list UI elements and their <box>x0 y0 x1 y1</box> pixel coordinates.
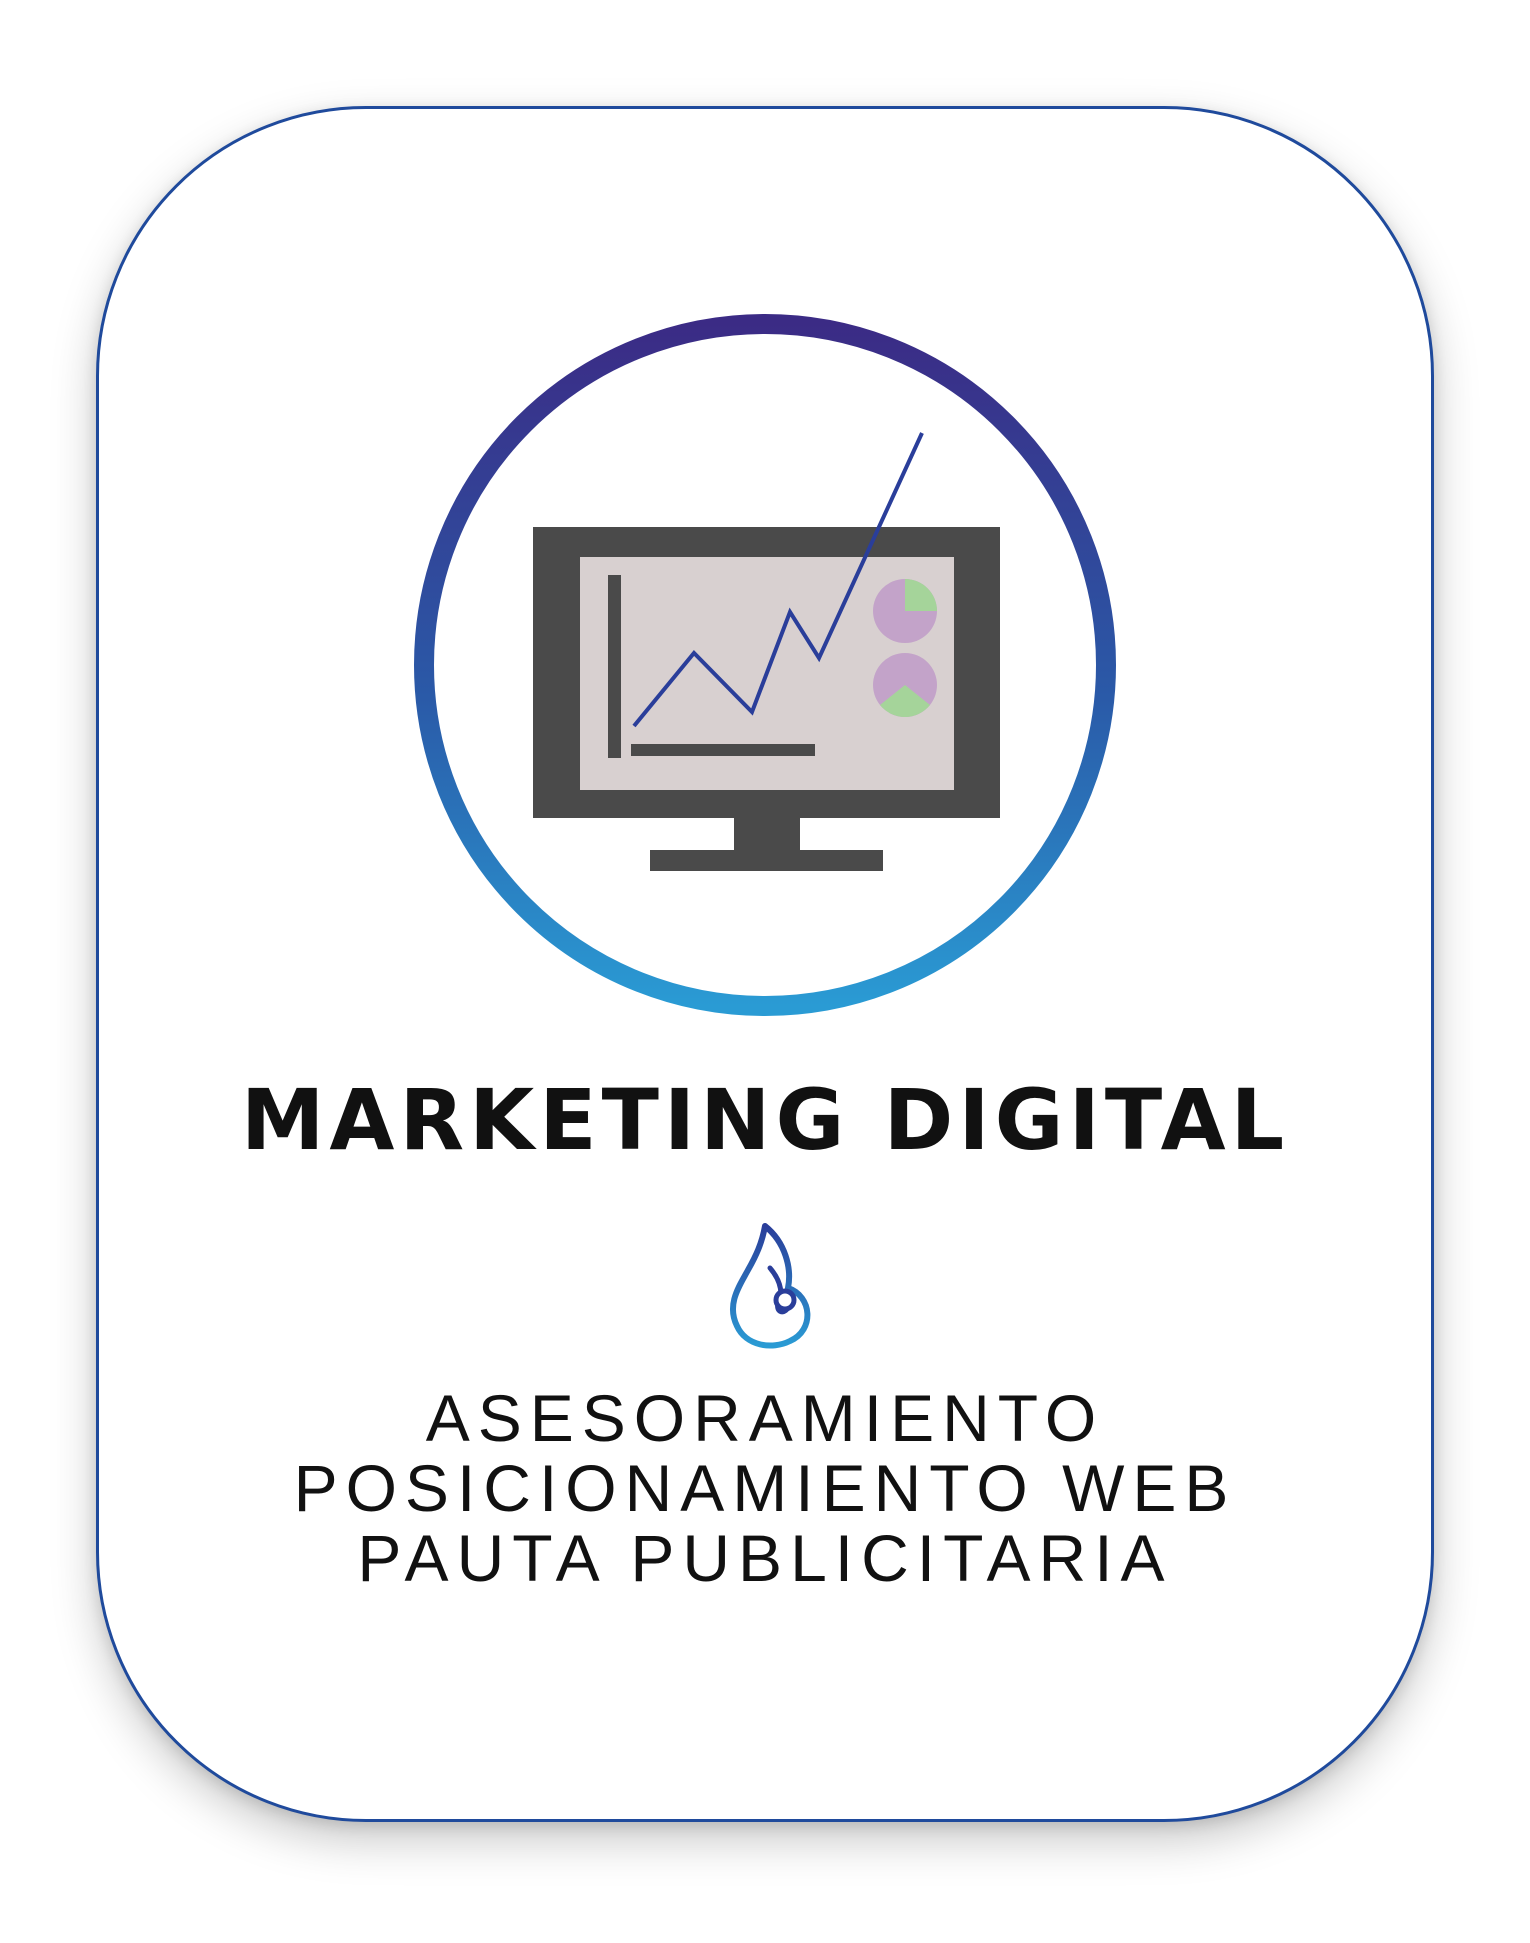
service-item: PAUTA PUBLICITARIA <box>357 1521 1173 1595</box>
card-graphics <box>271 314 1260 1349</box>
service-item: POSICIONAMIENTO WEB <box>293 1451 1237 1525</box>
service-item: ASESORAMIENTO <box>425 1381 1105 1455</box>
card-title: MARKETING DIGITAL <box>240 1071 1290 1169</box>
service-list: ASESORAMIENTO POSICIONAMIENTO WEB PAUTA … <box>96 1385 1434 1595</box>
badge-stage: MARKETING DIGITAL ASESORAMIENTO POSICION… <box>0 0 1530 1943</box>
flame-icon <box>730 1223 811 1349</box>
